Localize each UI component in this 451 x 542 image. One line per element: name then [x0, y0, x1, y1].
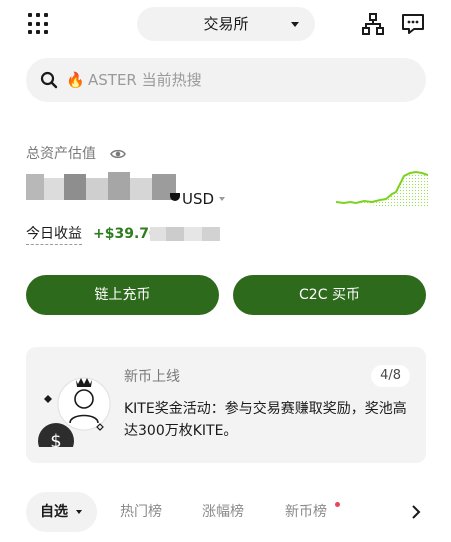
chevron-right-icon[interactable] — [410, 504, 422, 520]
caret-down-icon — [76, 510, 82, 514]
svg-text:$: $ — [50, 431, 61, 447]
promo-title: 新币上线 — [124, 369, 180, 385]
tab-label: 自选 — [40, 504, 68, 520]
tab-favorites[interactable]: 自选 — [26, 492, 97, 532]
promo-text[interactable]: KITE奖金活动：参与交易赛赚取奖励，奖池高达300万枚KITE。 — [124, 398, 414, 442]
exchange-switch-label: 交易所 — [203, 15, 249, 33]
promo-page-counter: 4/8 — [371, 365, 410, 387]
currency-selector[interactable]: USD — [182, 189, 214, 209]
message-icon[interactable] — [401, 13, 425, 35]
currency-caret-icon — [219, 197, 225, 201]
balance-digit-fragment — [170, 193, 180, 201]
today-pnl-label[interactable]: 今日收益 — [26, 224, 82, 245]
tab-label: 热门榜 — [120, 504, 162, 520]
search-icon — [40, 71, 58, 89]
tab-label: 涨幅榜 — [202, 504, 244, 520]
tab-gainers[interactable]: 涨幅榜 — [202, 492, 244, 532]
today-pnl-value: +$39.70 — [93, 226, 159, 242]
caret-down-icon — [291, 22, 299, 27]
new-badge-dot — [335, 502, 340, 507]
new-listing-card[interactable]: $ 新币上线 4/8 KITE奖金活动：参与交易赛赚取奖励，奖池高达300万枚K… — [26, 347, 426, 463]
market-tabs: 自选 热门榜 涨幅榜 新币榜 — [26, 492, 426, 532]
exchange-switch[interactable]: 交易所 — [137, 7, 315, 41]
search-placeholder: ASTER 当前热搜 — [88, 71, 202, 89]
grid-menu-icon[interactable] — [28, 13, 50, 35]
fire-icon: 🔥 — [66, 71, 85, 89]
masked-pnl-percent — [150, 227, 220, 241]
search-bar[interactable]: 🔥 ASTER 当前热搜 — [26, 58, 426, 102]
tab-label: 新币榜 — [285, 504, 327, 520]
tab-new-listings[interactable]: 新币榜 — [285, 492, 340, 532]
network-icon[interactable] — [362, 13, 384, 35]
c2c-buy-button[interactable]: C2C 买币 — [233, 275, 426, 315]
tab-hot[interactable]: 热门榜 — [120, 492, 162, 532]
top-bar: 交易所 — [0, 0, 451, 50]
total-assets-label: 总资产估值 — [26, 146, 96, 162]
masked-balance — [26, 172, 176, 200]
promo-illustration: $ — [38, 377, 111, 447]
eye-icon[interactable] — [110, 147, 126, 161]
onchain-deposit-button[interactable]: 链上充币 — [26, 275, 219, 315]
asset-sparkline — [336, 170, 428, 208]
